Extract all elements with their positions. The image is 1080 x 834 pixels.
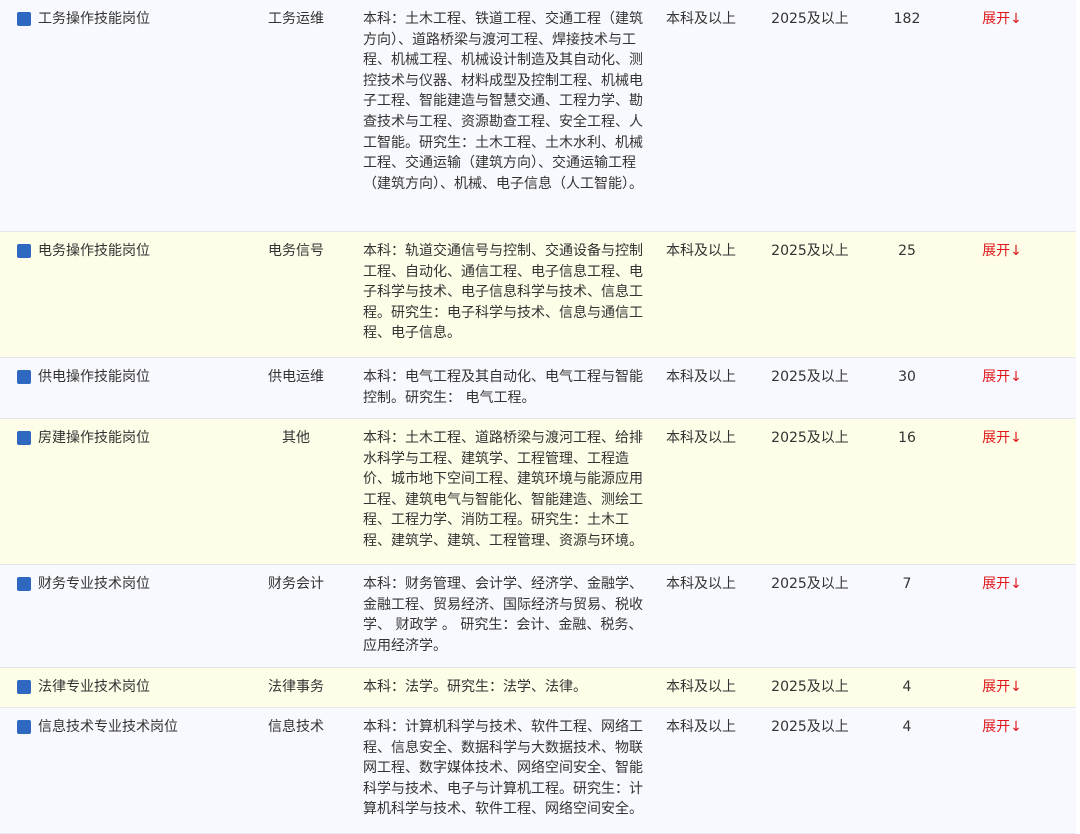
position-category: 财务会计	[268, 576, 324, 592]
graduation-year: 2025及以上	[771, 11, 849, 27]
position-name: 工务操作技能岗位	[38, 11, 150, 27]
position-category: 电务信号	[268, 243, 324, 259]
position-name-cell: 房建操作技能岗位	[0, 419, 230, 449]
table-row: 工务操作技能岗位 工务运维 本科：土木工程、铁道工程、交通工程（建筑方向）、道路…	[0, 0, 1076, 232]
education-requirement: 本科及以上	[666, 243, 736, 259]
graduation-year: 2025及以上	[771, 243, 849, 259]
position-category: 法律事务	[268, 679, 324, 695]
position-name: 房建操作技能岗位	[38, 430, 150, 446]
table-row: 供电操作技能岗位 供电运维 本科：电气工程及其自动化、电气工程与智能控制。研究生…	[0, 358, 1076, 419]
major-requirements: 本科：电气工程及其自动化、电气工程与智能控制。研究生： 电气工程。	[363, 369, 643, 406]
major-requirements: 本科：计算机科学与技术、软件工程、网络工程、信息安全、数据科学与大数据技术、物联…	[363, 719, 643, 818]
expand-toggle[interactable]: 展开↓	[940, 0, 1064, 30]
square-bullet-icon	[17, 431, 31, 445]
position-category: 工务运维	[268, 11, 324, 27]
square-bullet-icon	[17, 720, 31, 734]
major-requirements: 本科：土木工程、铁道工程、交通工程（建筑方向）、道路桥梁与渡河工程、焊接技术与工…	[363, 11, 643, 192]
education-requirement: 本科及以上	[666, 11, 736, 27]
major-requirements: 本科：轨道交通信号与控制、交通设备与控制工程、自动化、通信工程、电子信息工程、电…	[363, 243, 643, 342]
position-name: 信息技术专业技术岗位	[38, 719, 178, 735]
position-category: 信息技术	[268, 719, 324, 735]
expand-toggle[interactable]: 展开↓	[940, 668, 1064, 698]
major-requirements: 本科：法学。研究生：法学、法律。	[363, 679, 587, 695]
table-row: 电务操作技能岗位 电务信号 本科：轨道交通信号与控制、交通设备与控制工程、自动化…	[0, 232, 1076, 358]
recruit-count: 25	[898, 243, 916, 259]
major-requirements: 本科：土木工程、道路桥梁与渡河工程、给排水科学与工程、建筑学、工程管理、工程造价…	[363, 430, 643, 549]
position-name: 供电操作技能岗位	[38, 369, 150, 385]
square-bullet-icon	[17, 577, 31, 591]
square-bullet-icon	[17, 12, 31, 26]
education-requirement: 本科及以上	[666, 679, 736, 695]
position-name-cell: 供电操作技能岗位	[0, 358, 230, 388]
expand-toggle[interactable]: 展开↓	[940, 232, 1064, 262]
graduation-year: 2025及以上	[771, 430, 849, 446]
position-name-cell: 法律专业技术岗位	[0, 668, 230, 698]
position-name: 法律专业技术岗位	[38, 679, 150, 695]
graduation-year: 2025及以上	[771, 369, 849, 385]
recruit-count: 30	[898, 369, 916, 385]
recruit-count: 16	[898, 430, 916, 446]
education-requirement: 本科及以上	[666, 576, 736, 592]
major-requirements: 本科：财务管理、会计学、经济学、金融学、金融工程、贸易经济、国际经济与贸易、税收…	[363, 576, 643, 654]
position-category: 供电运维	[268, 369, 324, 385]
education-requirement: 本科及以上	[666, 719, 736, 735]
recruit-count: 7	[902, 576, 912, 592]
position-name-cell: 财务专业技术岗位	[0, 565, 230, 595]
expand-toggle[interactable]: 展开↓	[940, 708, 1064, 738]
square-bullet-icon	[17, 680, 31, 694]
recruit-count: 4	[902, 719, 912, 735]
table-row: 信息技术专业技术岗位 信息技术 本科：计算机科学与技术、软件工程、网络工程、信息…	[0, 708, 1076, 834]
expand-toggle[interactable]: 展开↓	[940, 419, 1064, 449]
recruit-count: 4	[902, 679, 912, 695]
position-name-cell: 电务操作技能岗位	[0, 232, 230, 262]
education-requirement: 本科及以上	[666, 430, 736, 446]
square-bullet-icon	[17, 370, 31, 384]
position-name: 财务专业技术岗位	[38, 576, 150, 592]
table-row: 房建操作技能岗位 其他 本科：土木工程、道路桥梁与渡河工程、给排水科学与工程、建…	[0, 419, 1076, 565]
recruit-count: 182	[893, 11, 921, 27]
education-requirement: 本科及以上	[666, 369, 736, 385]
table-row: 法律专业技术岗位 法律事务 本科：法学。研究生：法学、法律。 本科及以上 202…	[0, 668, 1076, 708]
position-name-cell: 信息技术专业技术岗位	[0, 708, 230, 738]
position-name: 电务操作技能岗位	[38, 243, 150, 259]
graduation-year: 2025及以上	[771, 679, 849, 695]
graduation-year: 2025及以上	[771, 719, 849, 735]
position-name-cell: 工务操作技能岗位	[0, 0, 230, 30]
square-bullet-icon	[17, 244, 31, 258]
positions-table: 工务操作技能岗位 工务运维 本科：土木工程、铁道工程、交通工程（建筑方向）、道路…	[0, 0, 1076, 834]
expand-toggle[interactable]: 展开↓	[940, 358, 1064, 388]
position-category: 其他	[282, 430, 310, 446]
table-row: 财务专业技术岗位 财务会计 本科：财务管理、会计学、经济学、金融学、金融工程、贸…	[0, 565, 1076, 668]
expand-toggle[interactable]: 展开↓	[940, 565, 1064, 595]
graduation-year: 2025及以上	[771, 576, 849, 592]
